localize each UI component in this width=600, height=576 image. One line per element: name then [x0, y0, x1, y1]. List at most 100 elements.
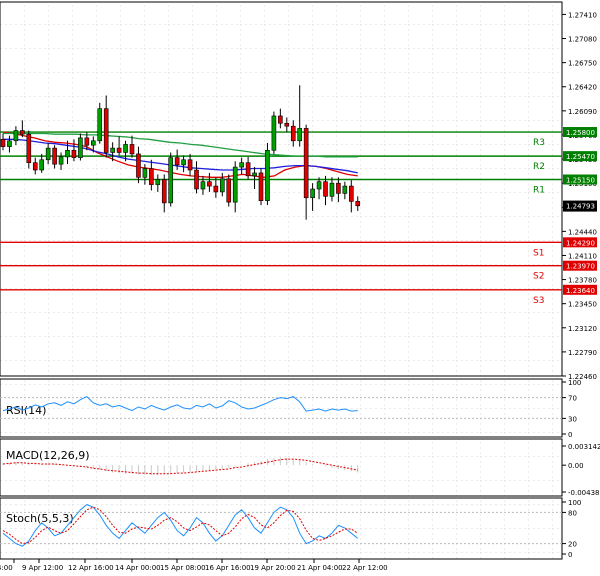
candle-body	[58, 156, 64, 165]
candle	[168, 152, 173, 207]
stoch-label: Stoch(5,5,3)	[6, 512, 74, 525]
time-tick-label: 4:00	[0, 564, 13, 572]
level-price-label: 1.23640	[566, 287, 595, 295]
candle-body	[278, 115, 283, 124]
candle-body	[220, 178, 225, 193]
price-tick-label: 1.24110	[568, 252, 597, 260]
candle-body	[65, 149, 70, 158]
candle-body	[342, 185, 348, 194]
candle-body	[297, 128, 303, 142]
candle-body	[239, 162, 244, 168]
candle-body	[355, 201, 361, 207]
candle	[26, 130, 32, 169]
level-price-label: 1.23970	[566, 263, 595, 271]
macd-axis: 0.003142 0.00 -0.004389	[562, 443, 600, 497]
level-name-s1: S1	[533, 248, 544, 258]
candle-body	[91, 140, 96, 146]
candle-body	[45, 147, 51, 161]
candle-body	[265, 149, 270, 201]
candle-body	[142, 168, 148, 178]
level-price-label: 1.25470	[566, 153, 595, 161]
candle-body	[252, 172, 257, 177]
candle-body	[161, 179, 167, 204]
candle-body	[329, 182, 335, 197]
trading-chart: R3 R2 R1 S1 S2 S3 1.27410 1.27080 1.26750 1.2642…	[0, 1, 600, 572]
candle-body	[52, 147, 57, 165]
candle-body	[207, 181, 212, 187]
price-tick-label: 1.27410	[568, 11, 597, 19]
time-tick-label: 22 Apr 12:00	[342, 564, 388, 572]
rsi-axis: 100 70 30 0	[562, 379, 581, 439]
candle-body	[174, 157, 180, 166]
candle	[258, 168, 264, 206]
candle-body	[78, 137, 83, 158]
indicator-tick-label: 70	[568, 395, 577, 403]
indicator-tick-label: 30	[568, 415, 577, 423]
candle-body	[187, 159, 193, 171]
candle-body	[226, 178, 232, 203]
rsi-panel	[0, 378, 563, 438]
level-name-s2: S2	[533, 272, 544, 282]
candle-body	[116, 147, 122, 153]
candle-body	[323, 181, 328, 197]
price-tick-label: 1.23450	[568, 301, 597, 309]
price-tick-label: 1.22790	[568, 349, 597, 357]
candle-body	[136, 153, 141, 178]
candle-body	[213, 185, 219, 193]
candle-body	[123, 144, 128, 153]
candle-body	[310, 188, 315, 199]
level-name-r3: R3	[533, 138, 545, 148]
candle-body	[39, 159, 45, 171]
candle-body	[32, 162, 38, 171]
candle-body	[84, 137, 90, 146]
price-tick-label: 1.23780	[568, 277, 597, 285]
price-tick-label: 1.26750	[568, 60, 597, 68]
candle-body	[271, 115, 277, 151]
candle	[97, 102, 103, 144]
indicator-tick-label: 100	[568, 379, 581, 387]
indicator-tick-label: 0.00	[568, 462, 584, 470]
main-panel	[0, 1, 563, 377]
candle-body	[103, 108, 109, 153]
candle-body	[0, 139, 6, 147]
indicator-tick-label: 100	[568, 499, 581, 507]
level-price-label: 1.24290	[566, 239, 595, 247]
time-tick-label: 16 Apr 16:00	[205, 564, 251, 572]
candle	[271, 111, 277, 154]
candle-body	[71, 149, 77, 158]
price-tick-label: 1.27080	[568, 36, 597, 44]
candle-body	[303, 128, 309, 199]
candle-body	[155, 179, 161, 185]
level-name-s3: S3	[533, 296, 544, 306]
candle-body	[149, 168, 154, 185]
candle	[265, 142, 270, 206]
rsi-label: RSI(14)	[6, 404, 46, 417]
stochastic-axis: 100 80 20 0	[562, 499, 581, 559]
level-name-r2: R2	[533, 162, 545, 172]
candle-body	[168, 157, 173, 204]
indicator-tick-label: 0.003142	[568, 443, 600, 451]
indicator-tick-label: 0	[568, 551, 572, 559]
price-tick-label: 1.26090	[568, 108, 597, 116]
price-tick-label: 1.26420	[568, 84, 597, 92]
candle-body	[194, 169, 199, 190]
indicator-tick-label: 0	[568, 431, 572, 439]
price-axis: 1.274101.270801.267501.264201.260901.257…	[562, 11, 597, 381]
candle-body	[348, 185, 354, 202]
candle-body	[181, 159, 186, 166]
time-tick-label: 9 Apr 12:00	[22, 564, 63, 572]
candle-body	[200, 181, 206, 190]
candle-body	[7, 140, 12, 147]
candle-body	[245, 162, 251, 177]
candle-body	[26, 133, 32, 164]
indicator-tick-label: 20	[568, 541, 577, 549]
candle-body	[316, 181, 322, 190]
candle-body	[232, 166, 238, 203]
candle-body	[284, 122, 290, 127]
candle-body	[13, 130, 19, 142]
candle-body	[20, 130, 25, 135]
candle-body	[97, 108, 103, 142]
macd-panel	[0, 438, 563, 497]
candle-body	[290, 125, 296, 142]
level-price-label: 1.25150	[566, 177, 595, 185]
